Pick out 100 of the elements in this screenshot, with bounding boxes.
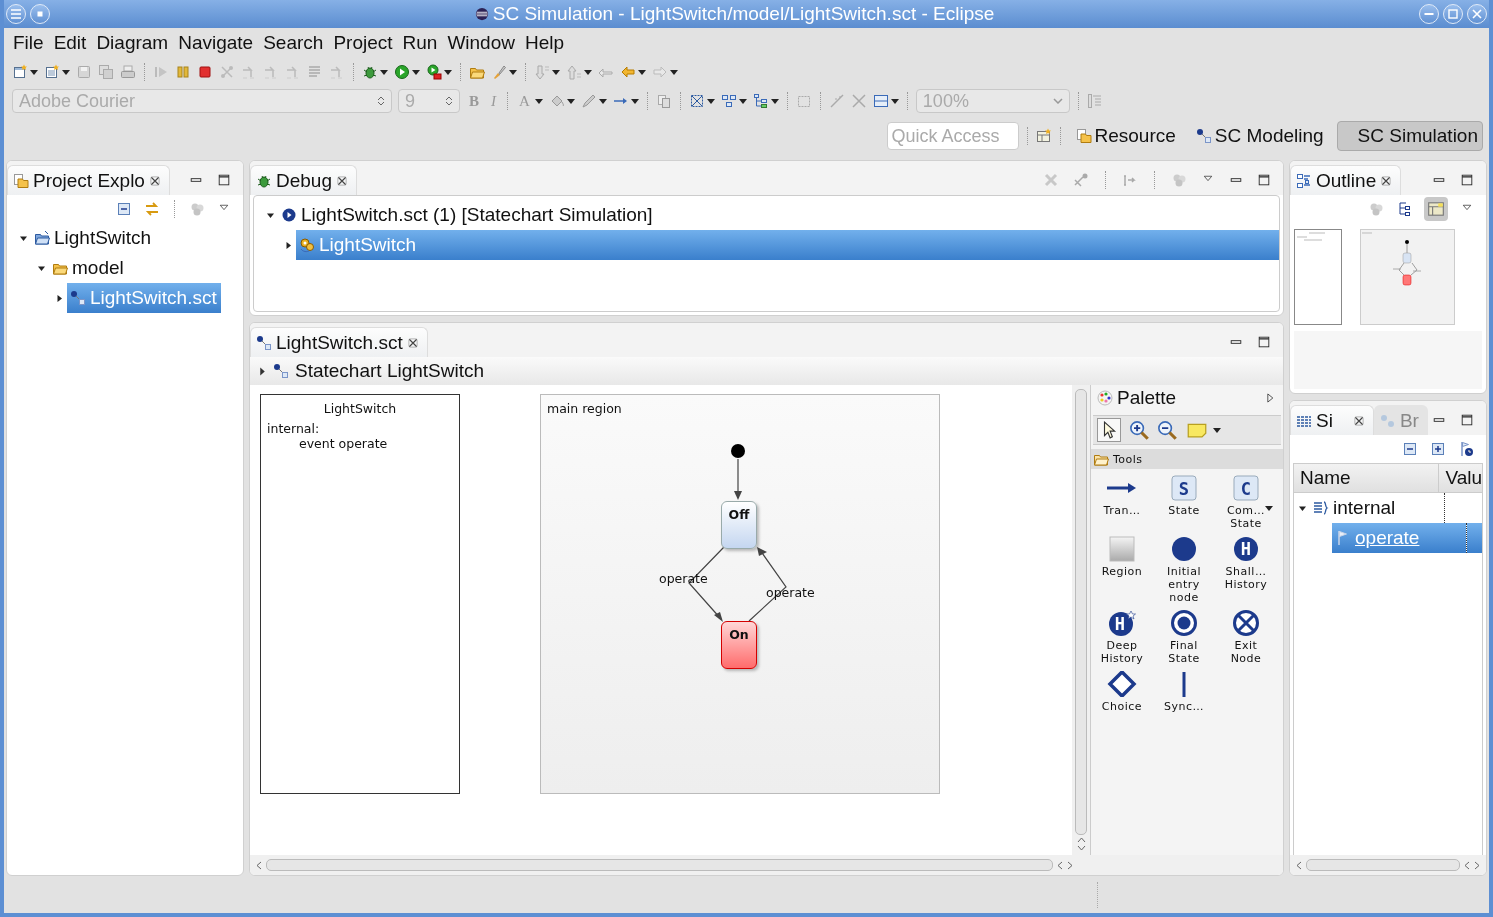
menu-item[interactable]: Help — [519, 32, 570, 54]
maximize-icon[interactable] — [1257, 173, 1271, 187]
palette-tool[interactable]: Final State — [1153, 610, 1215, 665]
breadcrumb[interactable]: Statechart LightSwitch — [295, 360, 485, 382]
tree-view-icon[interactable] — [1396, 201, 1412, 217]
copy-icon[interactable] — [655, 93, 672, 109]
perspective-button[interactable]: Resource — [1068, 121, 1183, 151]
maximize-icon[interactable] — [1257, 335, 1271, 349]
caret-icon[interactable] — [566, 98, 575, 104]
caret-icon[interactable] — [30, 69, 38, 75]
caret-icon[interactable] — [412, 69, 420, 75]
run-tool-icon[interactable] — [426, 64, 442, 80]
caret-icon[interactable] — [706, 98, 715, 104]
menu-item[interactable]: Project — [328, 32, 398, 54]
caret-icon[interactable] — [552, 69, 560, 75]
window-button[interactable] — [30, 4, 50, 24]
caret-icon[interactable] — [890, 98, 899, 104]
scrollbar-thumb[interactable] — [266, 859, 1053, 871]
quick-access-field[interactable]: Quick Access — [886, 122, 1019, 150]
palette-tool[interactable]: Sync… — [1153, 671, 1215, 713]
shapes-icon[interactable] — [720, 93, 737, 109]
caret-icon[interactable] — [62, 69, 70, 75]
view-tab[interactable]: Outline — [1290, 165, 1402, 195]
close-icon[interactable] — [1380, 174, 1393, 187]
palette-tool[interactable]: C Com… State — [1215, 475, 1277, 530]
caret-icon[interactable] — [509, 69, 517, 75]
caret-icon[interactable] — [444, 69, 452, 75]
collapse-all-icon[interactable] — [1402, 441, 1418, 457]
expand-arrow-icon[interactable] — [258, 366, 267, 376]
caret-icon[interactable] — [770, 98, 779, 104]
zoom-in-icon[interactable] — [1129, 420, 1149, 440]
menu-item[interactable]: Diagram — [91, 32, 174, 54]
caret-icon[interactable] — [670, 69, 678, 75]
run-icon[interactable] — [394, 64, 410, 80]
palette-tool[interactable]: Initial entry node — [1153, 536, 1215, 604]
close-icon[interactable] — [406, 336, 419, 349]
menu-item[interactable]: Edit — [48, 32, 92, 54]
palette-tool[interactable]: Exit Node — [1215, 610, 1277, 665]
menu-item[interactable]: Window — [442, 32, 520, 54]
printer-icon[interactable] — [120, 64, 136, 80]
maximize-icon[interactable] — [1460, 413, 1474, 427]
caret-icon[interactable] — [1265, 506, 1273, 511]
palette-tool[interactable]: H Deep History — [1091, 610, 1153, 665]
scrollbar-thumb[interactable] — [1306, 859, 1460, 871]
caret-icon[interactable] — [630, 98, 639, 104]
view-tab[interactable]: LightSwitch.sct — [250, 327, 428, 357]
caret-icon[interactable] — [584, 69, 592, 75]
caret-icon[interactable] — [1213, 427, 1221, 433]
pointer-tool[interactable] — [1097, 418, 1121, 442]
new-list-icon[interactable] — [44, 64, 60, 80]
caret-icon[interactable] — [638, 69, 646, 75]
close-icon[interactable] — [1352, 414, 1365, 427]
menu-item[interactable]: Navigate — [173, 32, 259, 54]
maximize-button[interactable] — [1443, 4, 1463, 24]
palette-tool[interactable]: H Shall… History — [1215, 536, 1277, 604]
menu-item[interactable]: File — [8, 32, 49, 54]
open-perspective-icon[interactable] — [1035, 128, 1052, 144]
select-icon[interactable] — [688, 93, 705, 109]
triangle-icon[interactable] — [1265, 392, 1275, 404]
tree-item[interactable]: internal — [1310, 493, 1444, 523]
minimize-button[interactable] — [1419, 4, 1439, 24]
close-icon[interactable] — [336, 174, 348, 187]
palette-tool[interactable]: Region — [1091, 536, 1153, 604]
palette-tool[interactable]: Choice — [1091, 671, 1153, 713]
tree-item[interactable]: model — [49, 253, 128, 283]
close-button[interactable] — [1467, 4, 1487, 24]
tree-item[interactable]: LightSwitch.sct (1) [Statechart Simulation] — [278, 200, 1279, 230]
overview-icon[interactable] — [1427, 200, 1445, 218]
scrollbar-thumb[interactable] — [1075, 389, 1087, 835]
caret-icon[interactable] — [738, 98, 747, 104]
tree-item[interactable]: LightSwitch — [31, 223, 156, 253]
collapse-all-icon[interactable] — [116, 201, 132, 217]
column-header[interactable]: Valu — [1439, 464, 1482, 492]
view-tab[interactable]: Debug — [250, 165, 357, 195]
palette-tool[interactable]: S State — [1153, 475, 1215, 530]
stop-icon[interactable] — [197, 64, 213, 80]
caret-icon[interactable] — [598, 98, 607, 104]
panel-icon[interactable] — [872, 93, 889, 109]
column-header[interactable]: Name — [1294, 464, 1440, 492]
tree-icon[interactable] — [752, 93, 769, 109]
palette-tool[interactable]: Tran… — [1091, 475, 1153, 530]
caret-icon[interactable] — [534, 98, 543, 104]
maximize-icon[interactable] — [1460, 173, 1474, 187]
drawer-header[interactable]: Tools — [1091, 449, 1283, 469]
new-page-icon[interactable] — [12, 64, 28, 80]
perspective-button[interactable]: SC Modeling — [1188, 121, 1331, 151]
maximize-icon[interactable] — [217, 173, 231, 187]
caret-icon[interactable] — [380, 69, 388, 75]
perspective-button[interactable]: SC Simulation — [1336, 121, 1483, 151]
link-icon[interactable] — [144, 201, 160, 217]
flag-clock-icon[interactable] — [1458, 441, 1474, 457]
menu-button[interactable] — [6, 4, 26, 24]
close-icon[interactable] — [148, 174, 161, 187]
bug-icon[interactable] — [362, 64, 378, 80]
menu-item[interactable]: Run — [397, 32, 443, 54]
zoom-out-icon[interactable] — [1157, 420, 1177, 440]
menu-item[interactable]: Search — [258, 32, 329, 54]
expand-all-icon[interactable] — [1430, 441, 1446, 457]
view-tab[interactable]: Si — [1290, 405, 1374, 435]
view-tab[interactable]: Project Explo — [7, 165, 170, 195]
